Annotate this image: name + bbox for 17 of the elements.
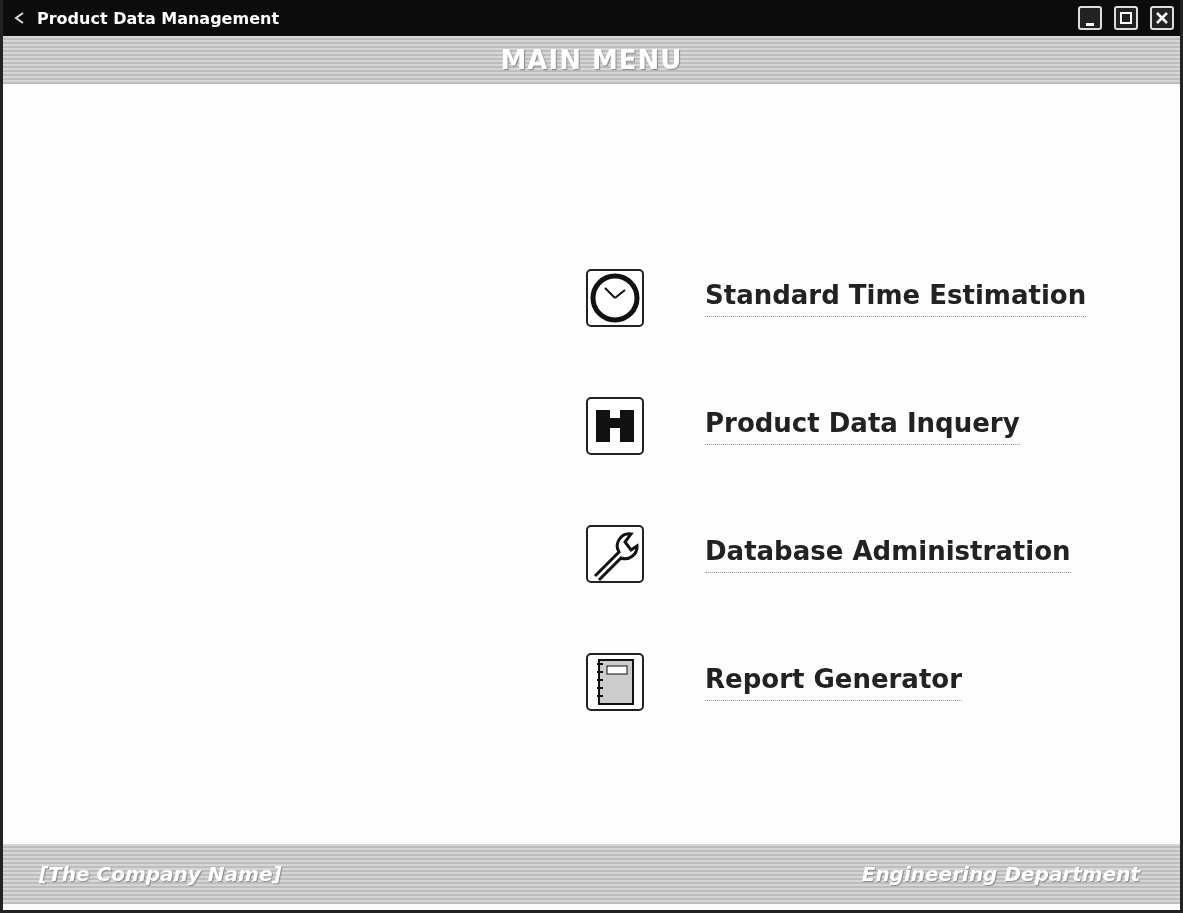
menu-heading: MAIN MENU — [500, 45, 683, 75]
department-name: Engineering Department — [861, 862, 1140, 886]
notebook-icon — [585, 652, 645, 712]
menu-link[interactable]: Standard Time Estimation — [705, 279, 1087, 317]
clock-icon — [585, 268, 645, 328]
window-title: Product Data Management — [37, 8, 280, 28]
close-icon — [1155, 11, 1169, 25]
company-name: [The Company Name] — [39, 862, 282, 886]
menu-link[interactable]: Database Administration — [705, 535, 1071, 573]
maximize-button[interactable] — [1114, 6, 1138, 30]
close-button[interactable] — [1150, 6, 1174, 30]
maximize-icon — [1119, 11, 1133, 25]
wrench-icon — [585, 524, 645, 584]
menu-link[interactable]: Report Generator — [705, 663, 963, 701]
menu-link[interactable]: Product Data Inquery — [705, 407, 1020, 445]
minimize-icon — [1086, 22, 1094, 26]
minimize-button[interactable] — [1078, 6, 1102, 30]
